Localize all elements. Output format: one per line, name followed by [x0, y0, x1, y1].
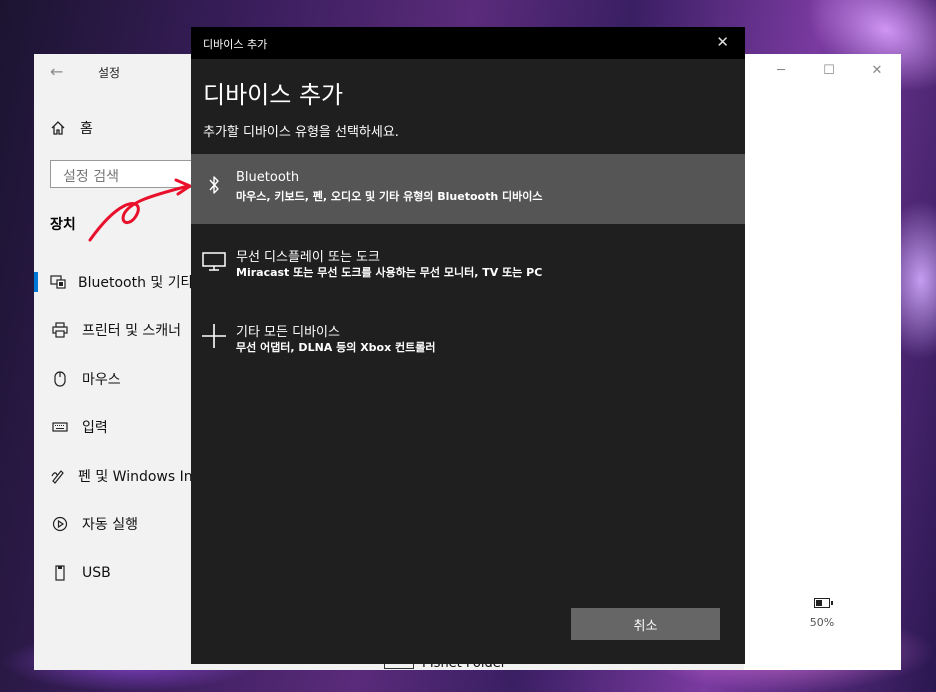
printer-icon: [50, 322, 70, 338]
close-icon[interactable]: ✕: [853, 54, 901, 86]
option-wireless-display[interactable]: 무선 디스플레이 또는 도크 Miracast 또는 무선 도크를 사용하는 무…: [191, 230, 745, 300]
dialog-subtitle: 추가할 디바이스 유형을 선택하세요.: [203, 125, 399, 140]
nav-item-label: USB: [82, 565, 111, 581]
battery-status: 50%: [802, 598, 842, 629]
dialog-heading: 디바이스 추가: [203, 81, 344, 109]
mouse-icon: [50, 371, 70, 387]
settings-content-pane: [744, 54, 901, 670]
option-title: 기타 모든 디바이스: [236, 325, 340, 340]
monitor-icon: [201, 248, 227, 274]
close-icon[interactable]: ✕: [716, 33, 729, 51]
plus-icon: [201, 323, 227, 349]
home-label: 홈: [80, 121, 93, 137]
window-controls: ─ ☐ ✕: [757, 54, 901, 86]
nav-item-mouse[interactable]: 마우스: [34, 364, 194, 394]
option-bluetooth[interactable]: Bluetooth 마우스, 키보드, 펜, 오디오 및 기타 유형의 Blue…: [191, 154, 745, 224]
autoplay-icon: [50, 516, 70, 532]
cancel-button[interactable]: 취소: [571, 608, 720, 640]
nav-item-bluetooth[interactable]: Bluetooth 및 기타 디바이스: [34, 267, 194, 297]
add-device-dialog: 디바이스 추가 ✕ 디바이스 추가 추가할 디바이스 유형을 선택하세요. Bl…: [191, 27, 745, 664]
battery-icon: [814, 598, 833, 608]
pen-icon: [50, 468, 66, 484]
option-title: Bluetooth: [236, 170, 300, 185]
nav-item-pen[interactable]: 펜 및 Windows Ink: [34, 461, 194, 491]
option-title: 무선 디스플레이 또는 도크: [236, 250, 380, 265]
back-arrow-icon[interactable]: ←: [50, 62, 63, 81]
home-icon: [51, 121, 65, 135]
nav-item-label: 자동 실행: [82, 517, 138, 533]
section-title: 장치: [50, 217, 76, 233]
bluetooth-icon: [201, 172, 227, 198]
dialog-window-title: 디바이스 추가: [203, 38, 268, 51]
nav-home[interactable]: 홈: [50, 118, 93, 138]
maximize-icon[interactable]: ☐: [805, 54, 853, 86]
nav-item-printers[interactable]: 프린터 및 스캐너: [34, 315, 194, 345]
annotation-arrow: [88, 178, 192, 242]
option-other-devices[interactable]: 기타 모든 디바이스 무선 어댑터, DLNA 등의 Xbox 컨트롤러: [191, 305, 745, 375]
nav-item-label: 프린터 및 스캐너: [82, 323, 182, 339]
nav-item-label: 마우스: [82, 372, 121, 388]
nav-item-label: 펜 및 Windows Ink: [78, 469, 194, 485]
keyboard-icon: [50, 422, 70, 432]
nav-item-usb[interactable]: USB: [34, 558, 194, 588]
nav-item-autoplay[interactable]: 자동 실행: [34, 509, 194, 539]
settings-title: 설정: [98, 66, 121, 80]
minimize-icon[interactable]: ─: [757, 54, 805, 86]
option-description: 마우스, 키보드, 펜, 오디오 및 기타 유형의 Bluetooth 디바이스: [236, 190, 543, 203]
bluetooth-devices-icon: [50, 275, 66, 289]
usb-icon: [50, 565, 70, 581]
nav-item-input[interactable]: 입력: [34, 412, 194, 442]
dialog-titlebar: 디바이스 추가 ✕: [191, 27, 745, 59]
nav-item-label: 입력: [82, 420, 108, 436]
option-description: 무선 어댑터, DLNA 등의 Xbox 컨트롤러: [236, 341, 436, 354]
nav-item-label: Bluetooth 및 기타 디바이스: [78, 275, 194, 291]
option-description: Miracast 또는 무선 도크를 사용하는 무선 모니터, TV 또는 PC: [236, 266, 543, 279]
battery-percent: 50%: [809, 616, 835, 629]
